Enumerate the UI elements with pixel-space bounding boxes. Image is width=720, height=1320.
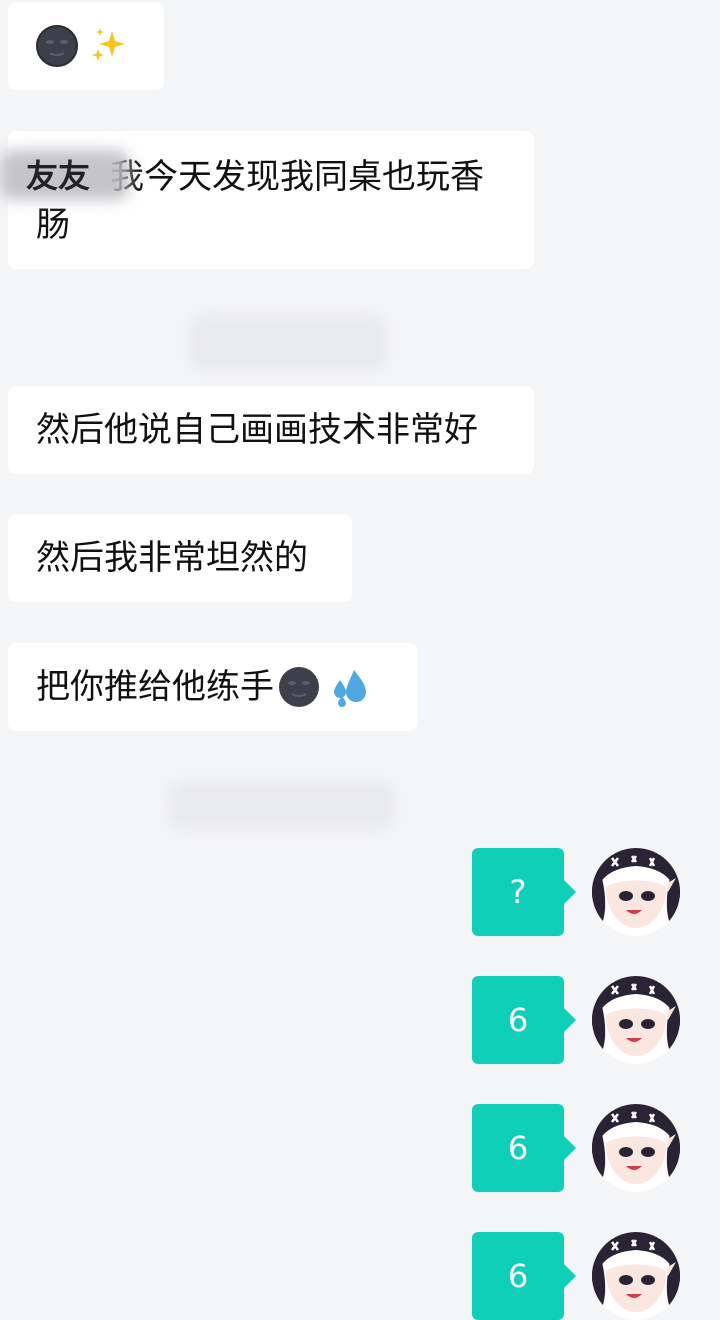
message-text: ? xyxy=(509,873,527,911)
outgoing-message[interactable]: 6 xyxy=(472,1232,576,1320)
anime-avatar-icon xyxy=(592,1232,680,1320)
message-text: 6 xyxy=(507,1257,529,1295)
avatar[interactable] xyxy=(592,976,680,1064)
message-text: 6 xyxy=(507,1001,529,1039)
message-text: 然后他说自己画画技术非常好 xyxy=(36,410,478,450)
incoming-message[interactable]: 把你推给他练手 xyxy=(8,643,418,731)
incoming-message[interactable]: 然后他说自己画画技术非常好 xyxy=(8,386,534,474)
avatar[interactable] xyxy=(592,1232,680,1320)
avatar[interactable] xyxy=(592,848,680,936)
outgoing-message[interactable]: 6 xyxy=(472,1104,576,1192)
blurred-content xyxy=(168,782,394,830)
outgoing-message[interactable]: 6 xyxy=(472,976,576,1064)
incoming-message[interactable]: 然后我非常坦然的 xyxy=(8,514,352,602)
sweat-droplets-icon xyxy=(334,670,366,707)
new-moon-face-icon xyxy=(279,667,319,707)
message-text: 然后我非常坦然的 xyxy=(36,538,308,578)
anime-avatar-icon xyxy=(592,1104,680,1192)
anime-avatar-icon xyxy=(592,976,680,1064)
incoming-message[interactable] xyxy=(8,2,164,90)
new-moon-face-icon xyxy=(36,25,78,67)
message-text: 把你推给他练手 xyxy=(36,667,274,707)
outgoing-message[interactable]: ? xyxy=(472,848,576,936)
message-text: 6 xyxy=(507,1129,529,1167)
anime-avatar-icon xyxy=(592,848,680,936)
message-line: 肠 xyxy=(36,205,70,245)
sparkles-icon xyxy=(92,28,125,61)
avatar[interactable] xyxy=(592,1104,680,1192)
sender-name: 友友 xyxy=(26,157,91,195)
blurred-content xyxy=(190,314,386,370)
